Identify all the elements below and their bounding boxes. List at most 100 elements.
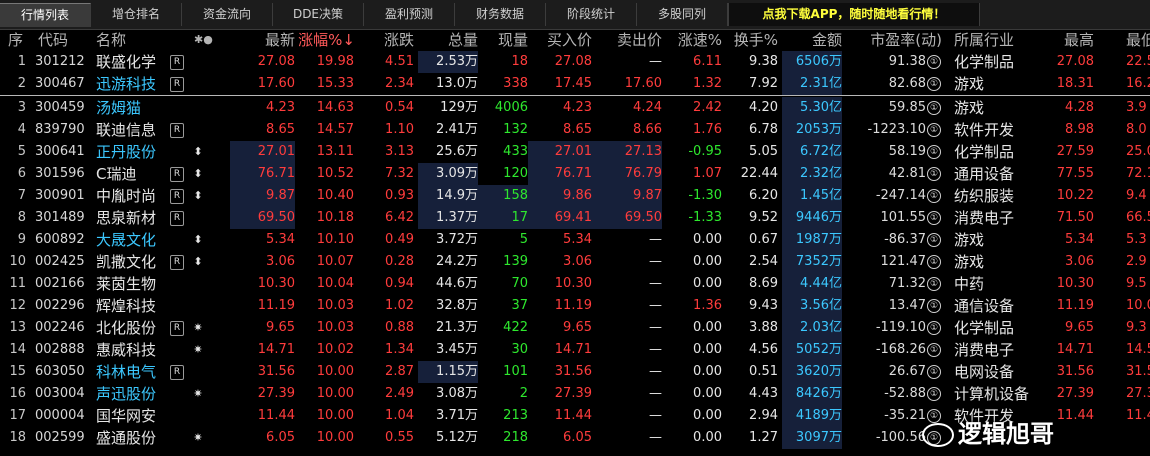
stock-name[interactable]: C瑞迪 (96, 163, 174, 185)
speed: 0.00 (693, 364, 722, 379)
pe-mark: ① (926, 383, 942, 405)
col-header-code[interactable]: 代码 (38, 29, 68, 51)
table-row[interactable]: 4 839790 联迪信息 R 8.65 14.57 1.10 2.41万 132 8.65 8.6… (0, 119, 1150, 141)
stock-name[interactable]: 科林电气 (96, 361, 174, 383)
tab-financial-data[interactable]: 财务数据 (455, 3, 546, 26)
tab-profit-forecast[interactable]: 盈利预测 (364, 3, 455, 26)
stock-name[interactable]: 声迅股份 (96, 383, 174, 405)
stock-name[interactable]: 思泉新材 (96, 207, 174, 229)
table-row[interactable]: 11 002166 莱茵生物 10.30 10.04 0.94 44.6万 70 10.30 — 0… (0, 273, 1150, 295)
current-volume: 218 (503, 430, 528, 445)
current-volume: 338 (503, 76, 528, 91)
turnover: 5.05 (749, 144, 778, 159)
col-header-index[interactable]: 序 (8, 29, 23, 51)
table-row[interactable]: 15 603050 科林电气 R 31.56 10.00 2.87 1.15万 101 31.56… (0, 361, 1150, 383)
total-volume: 3.72万 (436, 232, 478, 247)
row-index: 14 (9, 342, 26, 357)
change-pct: 10.00 (316, 364, 354, 379)
turnover: 0.51 (749, 364, 778, 379)
table-row[interactable]: 1 301212 联盛化学 R 27.08 19.98 4.51 2.53万 18 27.08 — 6… (0, 51, 1150, 73)
amount: 7352万 (782, 251, 842, 273)
mark-icon: ✷ (193, 387, 203, 400)
col-header-low[interactable]: 最低 (1126, 29, 1150, 51)
total-volume: 3.45万 (436, 342, 478, 357)
last-price: 31.56 (257, 364, 295, 379)
stock-name[interactable]: 联迪信息 (96, 119, 174, 141)
table-row[interactable]: 8 301489 思泉新材 R 69.50 10.18 6.42 1.37万 17 69.41 69… (0, 207, 1150, 229)
speed: 0.00 (693, 320, 722, 335)
stock-name[interactable]: 惠威科技 (96, 339, 174, 361)
tab-market-list[interactable]: 行情列表 (0, 3, 91, 27)
table-row[interactable]: 5 300641 正丹股份 ⬍ 27.01 13.11 3.13 25.6万 433 27.01 2… (0, 141, 1150, 163)
turnover: 8.69 (749, 276, 778, 291)
table-row[interactable]: 9 600892 大晟文化 ⬍ 5.34 10.10 0.49 3.72万 5 5.34 — 0.00… (0, 229, 1150, 251)
change: 3.13 (385, 144, 414, 159)
tab-multi-stock[interactable]: 多股同列 (637, 3, 728, 26)
speed: 0.00 (693, 386, 722, 401)
pe-ratio: -52.88 (884, 386, 926, 401)
total-volume: 3.09万 (418, 163, 478, 185)
tab-fund-flow[interactable]: 资金流向 (182, 3, 273, 26)
col-header-amount[interactable]: 金额 (786, 29, 842, 51)
stock-name[interactable]: 国华网安 (96, 405, 174, 427)
speed: 2.42 (693, 100, 722, 115)
col-header-industry[interactable]: 所属行业 (954, 29, 1014, 51)
table-row[interactable]: 12 002296 辉煌科技 11.19 10.03 1.02 32.8万 37 11.19 — 1… (0, 295, 1150, 317)
table-row[interactable]: 3 300459 汤姆猫 4.23 14.63 0.54 129万 4006 4.23 4.24 2… (0, 97, 1150, 119)
table-row[interactable]: 2 300467 迅游科技 R 17.60 15.33 2.34 13.0万 338 17.45 1… (0, 73, 1150, 95)
total-volume: 24.2万 (436, 254, 478, 269)
col-header-turnover[interactable]: 换手% (728, 29, 778, 51)
col-header-marks[interactable]: ✱● (194, 29, 213, 51)
col-header-cur-volume[interactable]: 现量 (480, 29, 528, 51)
stock-name[interactable]: 中胤时尚 (96, 185, 174, 207)
tab-dde[interactable]: DDE决策 (273, 3, 364, 26)
total-volume: 129万 (440, 100, 478, 115)
table-row[interactable]: 6 301596 C瑞迪 R ⬍ 76.71 10.52 7.32 3.09万 120 76.71 7… (0, 163, 1150, 185)
speed: -1.30 (688, 188, 722, 203)
col-header-name[interactable]: 名称 (96, 29, 126, 51)
col-header-high[interactable]: 最高 (1050, 29, 1094, 51)
col-header-pe[interactable]: 市盈率(动) (846, 29, 942, 51)
amount: 3.56亿 (782, 295, 842, 317)
table-row[interactable]: 10 002425 凯撒文化 R ⬍ 3.06 10.07 0.28 24.2万 139 3.06 —… (0, 251, 1150, 273)
col-header-last[interactable]: 最新 (240, 29, 295, 51)
pe-ratio: 59.85 (888, 100, 926, 115)
col-header-speed[interactable]: 涨速% (668, 29, 722, 51)
change-pct: 10.03 (316, 320, 354, 335)
industry: 化学制品 (954, 319, 1015, 337)
bid-price: 27.39 (554, 386, 592, 401)
table-row[interactable]: 13 002246 北化股份 R ✷ 9.65 10.03 0.88 21.3万 422 9.65 —… (0, 317, 1150, 339)
stock-name[interactable]: 北化股份 (96, 317, 174, 339)
row-index: 12 (9, 298, 26, 313)
col-header-change[interactable]: 涨跌 (364, 29, 414, 51)
stock-name[interactable]: 迅游科技 (96, 73, 174, 95)
table-row[interactable]: 16 003004 声迅股份 ✷ 27.39 10.00 2.49 3.08万 2 27.39 — 0… (0, 383, 1150, 405)
ask-price: — (649, 232, 662, 247)
high-price: 27.08 (1056, 54, 1094, 69)
last-price: 27.39 (257, 386, 295, 401)
col-header-ask[interactable]: 卖出价 (600, 29, 662, 51)
stock-name[interactable]: 辉煌科技 (96, 295, 174, 317)
stock-name[interactable]: 联盛化学 (96, 51, 174, 73)
download-app-link[interactable]: 点我下载APP，随时随地看行情！ (728, 3, 980, 26)
tab-position-rank[interactable]: 增仓排名 (91, 3, 182, 26)
stock-name[interactable]: 凯撒文化 (96, 251, 174, 273)
table-row[interactable]: 14 002888 惠威科技 ✷ 14.71 10.02 1.34 3.45万 30 14.71 —… (0, 339, 1150, 361)
stock-name[interactable]: 盛通股份 (96, 427, 174, 449)
mark-icon: ✷ (193, 321, 203, 334)
speed: 1.32 (693, 76, 722, 91)
speed: 0.00 (693, 276, 722, 291)
stock-name[interactable]: 汤姆猫 (96, 97, 174, 119)
stock-name[interactable]: 正丹股份 (96, 141, 174, 163)
change-pct: 10.03 (316, 298, 354, 313)
col-header-bid[interactable]: 买入价 (534, 29, 592, 51)
low-price: 2.9 (1126, 254, 1147, 269)
table-row[interactable]: 7 300901 中胤时尚 R ⬍ 9.87 10.40 0.93 14.9万 158 9.86 9.… (0, 185, 1150, 207)
change-pct: 10.18 (316, 210, 354, 225)
stock-name[interactable]: 莱茵生物 (96, 273, 174, 295)
stock-name[interactable]: 大晟文化 (96, 229, 174, 251)
col-header-volume[interactable]: 总量 (418, 29, 478, 51)
current-volume: 132 (503, 122, 528, 137)
col-header-change-pct[interactable]: 涨幅%↓ (297, 29, 355, 51)
tab-period-stats[interactable]: 阶段统计 (546, 3, 637, 26)
